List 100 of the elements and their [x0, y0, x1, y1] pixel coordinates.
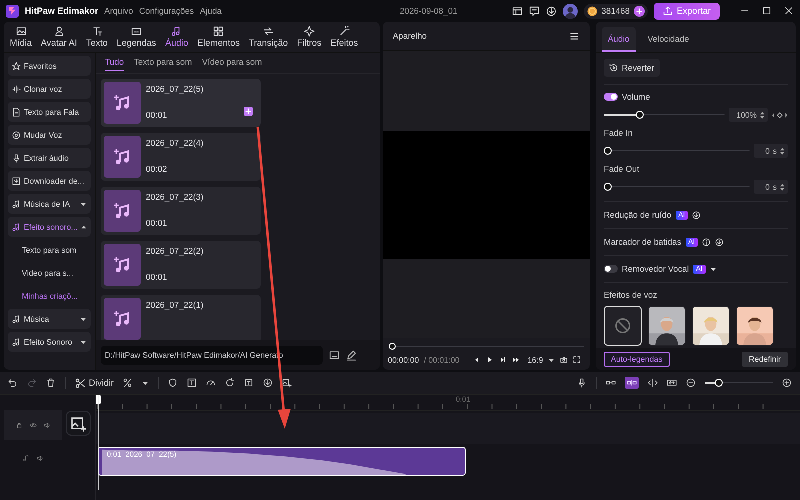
- undo-icon[interactable]: [8, 378, 18, 388]
- properties-tab[interactable]: Velocidade: [642, 27, 696, 52]
- eye-icon[interactable]: [30, 422, 36, 428]
- user-avatar[interactable]: [562, 4, 578, 18]
- media-tab[interactable]: Avatar AI: [41, 26, 78, 48]
- play-icon[interactable]: [486, 356, 494, 364]
- audio-card[interactable]: 2026_07_22(3) 00:01: [101, 187, 261, 235]
- shield-icon[interactable]: [168, 378, 178, 388]
- sidebar-subitem[interactable]: Texto para som: [8, 240, 91, 260]
- fade-field[interactable]: 0 s: [754, 180, 788, 194]
- fit-icon[interactable]: [667, 378, 677, 388]
- toggle-switch[interactable]: [604, 93, 618, 101]
- media-tab[interactable]: Transição: [249, 26, 288, 48]
- voice-effect-tile[interactable]: [648, 306, 686, 346]
- sidebar-item[interactable]: Efeito sonoro...: [8, 217, 91, 237]
- media-tab[interactable]: Legendas: [116, 26, 156, 48]
- microphone-icon[interactable]: [577, 378, 587, 388]
- sidebar-subitem[interactable]: Video para s...: [8, 263, 91, 283]
- caret-icon[interactable]: [710, 266, 717, 272]
- snap-icon[interactable]: [625, 377, 639, 389]
- folder-icon[interactable]: [329, 350, 340, 360]
- menu-item[interactable]: Arquivo: [104, 6, 134, 16]
- playhead[interactable]: [96, 395, 101, 490]
- auto-captions-button[interactable]: Auto-legendas: [604, 352, 670, 366]
- audio-card[interactable]: 2026_07_22(5) 00:01: [101, 79, 261, 127]
- filter-tab[interactable]: Vídeo para som: [202, 57, 262, 71]
- audio-card[interactable]: 2026_07_22(2) 00:01: [101, 241, 261, 289]
- close-icon[interactable]: [784, 6, 794, 16]
- media-tab[interactable]: Áudio: [165, 26, 188, 48]
- slider-thumb[interactable]: [389, 343, 396, 350]
- sidebar-item[interactable]: Favoritos: [8, 56, 91, 76]
- revert-button[interactable]: Reverter: [604, 59, 660, 77]
- menu-item[interactable]: Ajuda: [200, 6, 222, 16]
- sidebar-item[interactable]: Música: [8, 309, 91, 329]
- sidebar-item[interactable]: Extrair áudio: [8, 148, 91, 168]
- sidebar-item[interactable]: Texto para Fala: [8, 102, 91, 122]
- next-frame-icon[interactable]: [498, 356, 507, 364]
- fade-field[interactable]: 0 s: [754, 144, 788, 158]
- add-credits-icon[interactable]: [634, 6, 645, 16]
- speaker-icon[interactable]: [36, 454, 44, 462]
- export-button[interactable]: Exportar: [654, 2, 720, 20]
- music-note-icon[interactable]: [22, 454, 30, 462]
- camera-icon[interactable]: [560, 356, 568, 364]
- spinner-icon[interactable]: [780, 146, 785, 156]
- audio-card[interactable]: 2026_07_22(1): [101, 295, 261, 340]
- caret-icon[interactable]: [548, 356, 556, 364]
- zoom-out-icon[interactable]: [686, 378, 696, 388]
- split-button[interactable]: Dividir: [75, 378, 114, 388]
- filter-tab[interactable]: Texto para som: [134, 57, 192, 71]
- download-icon[interactable]: [546, 6, 557, 16]
- download-icon[interactable]: [715, 238, 724, 246]
- filter-tab[interactable]: Tudo: [105, 57, 124, 71]
- sidebar-item[interactable]: Mudar Voz: [8, 125, 91, 145]
- caret-icon[interactable]: [80, 224, 87, 230]
- slider-thumb[interactable]: [715, 379, 724, 387]
- ai-split-icon[interactable]: [123, 378, 134, 388]
- slider-thumb[interactable]: [604, 147, 612, 155]
- voice-effect-tile[interactable]: [736, 306, 774, 346]
- keyframe-icon[interactable]: [772, 112, 788, 118]
- menu-item[interactable]: Configurações: [139, 6, 194, 16]
- audio-card[interactable]: 2026_07_22(4) 00:02: [101, 133, 261, 181]
- spinner-icon[interactable]: [760, 110, 765, 120]
- sidebar-item[interactable]: Música de IA: [8, 194, 91, 214]
- speaker-icon[interactable]: [44, 422, 50, 428]
- caret-icon[interactable]: [80, 338, 87, 346]
- progress-slider[interactable]: [389, 343, 584, 350]
- menu-icon[interactable]: [569, 30, 580, 42]
- sidebar-item[interactable]: Downloader de...: [8, 171, 91, 191]
- voice-effect-tile[interactable]: [692, 306, 730, 346]
- properties-tab[interactable]: Áudio: [602, 27, 636, 52]
- text-box-icon[interactable]: [187, 378, 198, 388]
- text-box-icon[interactable]: [244, 378, 254, 388]
- fast-forward-icon[interactable]: [512, 356, 520, 364]
- caret-icon[interactable]: [142, 380, 150, 386]
- add-media-icon[interactable]: [66, 411, 91, 436]
- media-tab[interactable]: Texto: [86, 26, 108, 48]
- download-icon[interactable]: [263, 378, 274, 388]
- add-icon[interactable]: [244, 107, 253, 116]
- zoom-in-icon[interactable]: [782, 378, 792, 388]
- aspect-ratio-dropdown[interactable]: 16:9: [528, 356, 544, 364]
- sidebar-subitem[interactable]: Minhas criaçõ...: [8, 286, 91, 306]
- download-icon[interactable]: [692, 210, 702, 220]
- lock-icon[interactable]: [16, 422, 22, 428]
- toggle-switch[interactable]: [604, 265, 618, 273]
- volume-field[interactable]: 100%: [728, 108, 768, 122]
- reset-button[interactable]: Redefinir: [742, 352, 788, 366]
- split-icon[interactable]: [648, 378, 658, 388]
- layout-icon[interactable]: [512, 6, 523, 16]
- edit-icon[interactable]: [346, 350, 357, 360]
- sidebar-item[interactable]: Efeito Sonoro: [8, 332, 91, 352]
- caret-icon[interactable]: [80, 200, 87, 208]
- trash-icon[interactable]: [46, 378, 56, 388]
- caret-icon[interactable]: [80, 316, 87, 322]
- add-image-icon[interactable]: [282, 378, 292, 388]
- chat-icon[interactable]: [528, 6, 540, 16]
- fullscreen-icon[interactable]: [573, 356, 582, 364]
- info-icon[interactable]: [702, 238, 712, 246]
- sidebar-item[interactable]: Clonar voz: [8, 79, 91, 99]
- rotate-icon[interactable]: [225, 378, 236, 388]
- gauge-icon[interactable]: [206, 378, 216, 388]
